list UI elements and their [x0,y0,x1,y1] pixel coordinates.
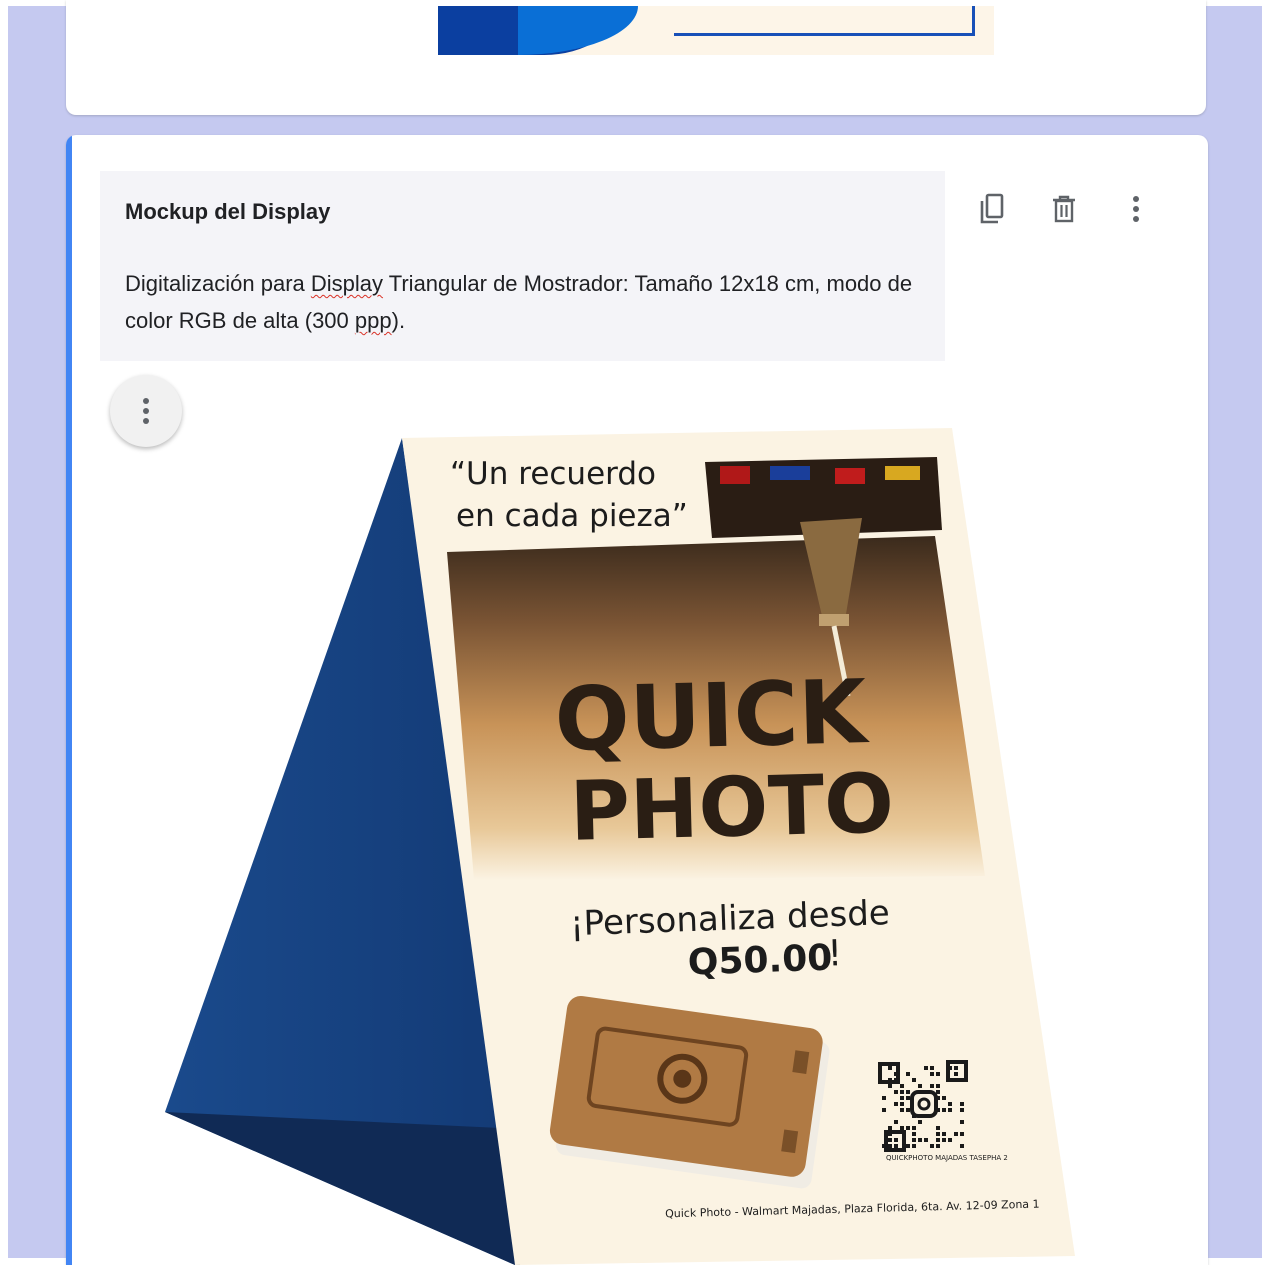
qr-module [900,1102,904,1106]
qr-module [888,1126,892,1130]
focus-indicator [66,135,72,1265]
qr-module [888,1066,892,1070]
instagram-icon [910,1090,938,1118]
qr-module [954,1072,958,1076]
qr-module [942,1132,946,1136]
qr-module [888,1084,892,1088]
qr-module [930,1084,934,1088]
qr-module [924,1138,928,1142]
qr-module [894,1144,898,1148]
previous-image-frame [674,6,975,36]
item-description[interactable]: Digitalización para Display Triangular d… [125,265,925,339]
duplicate-button[interactable] [972,189,1012,229]
previous-image [438,6,994,55]
qr-module [942,1096,946,1100]
qr-module [900,1126,904,1130]
shadow-panel [165,1112,515,1265]
qr-module [954,1066,958,1070]
qr-module [912,1132,916,1136]
qr-module [894,1102,898,1106]
more-vert-icon [1133,196,1139,222]
qr-module [900,1084,904,1088]
more-vert-icon [143,398,149,424]
light-red [720,466,750,484]
laser-nozzle-tip [819,614,849,626]
item-title[interactable]: Mockup del Display [125,199,330,225]
display-mockup-image: “Un recuerdo en cada pieza” QUICK PHOTO … [165,428,1075,1265]
delete-button[interactable] [1044,189,1084,229]
qr-module [936,1138,940,1142]
qr-module [906,1144,910,1148]
qr-code [878,1060,968,1152]
previous-question-card[interactable] [66,0,1206,115]
qr-module [912,1144,916,1148]
qr-module [906,1090,910,1094]
qr-module [936,1144,940,1148]
qr-module [948,1108,952,1112]
qr-module [888,1138,892,1142]
qr-module [906,1108,910,1112]
qr-module [912,1138,916,1142]
light-blue [770,466,810,480]
mockup-quote: en cada pieza” [456,498,688,534]
qr-module [930,1072,934,1076]
qr-module [948,1138,952,1142]
light-yellow [885,466,920,480]
qr-module [936,1072,940,1076]
qr-module [960,1108,964,1112]
copy-icon [980,193,1004,224]
qr-module [936,1126,940,1130]
qr-module [960,1120,964,1124]
qr-module [894,1120,898,1124]
qr-module [882,1096,886,1100]
qr-module [960,1102,964,1106]
brand-quick: QUICK [553,660,870,771]
qr-module [906,1072,910,1076]
qr-module [900,1108,904,1112]
qr-module [882,1108,886,1112]
qr-module [936,1090,940,1094]
brand-photo: PHOTO [569,756,895,859]
qr-module [942,1108,946,1112]
qr-module [948,1102,952,1106]
desc-part: Digitalización para [125,271,311,296]
previous-image-shape [518,6,638,55]
qr-module [888,1144,892,1148]
mockup-quote: “Un recuerdo [450,456,656,492]
qr-module [906,1096,910,1100]
qr-module [924,1066,928,1070]
promo-price: Q50.00 [687,937,833,983]
qr-caption: QUICKPHOTO MAJADAS TASEPHA 2 [886,1154,1008,1162]
promo-exclaim: ! [827,933,843,974]
item-header[interactable]: Mockup del Display Digitalización para D… [100,171,945,361]
spelling-flag: Display [310,271,384,296]
light-red [835,468,865,484]
qr-module [942,1138,946,1142]
spelling-flag: ppp [354,308,392,333]
delete-icon [1053,195,1075,223]
qr-module [918,1138,922,1142]
more-options-button[interactable] [1116,189,1156,229]
qr-module [918,1120,922,1124]
qr-module [900,1096,904,1100]
desc-part: ). [391,308,406,333]
qr-module [930,1066,934,1070]
qr-module [906,1126,910,1130]
qr-module [894,1138,898,1142]
qr-module [894,1090,898,1094]
qr-module [912,1078,916,1082]
title-text: Mockup del Display [125,199,331,224]
qr-module [930,1144,934,1148]
qr-module [954,1132,958,1136]
qr-module [912,1126,916,1130]
qr-module [918,1084,922,1088]
qr-module [936,1132,940,1136]
qr-module [960,1132,964,1136]
qr-module [960,1144,964,1148]
qr-module [936,1084,940,1088]
qr-module [900,1090,904,1094]
